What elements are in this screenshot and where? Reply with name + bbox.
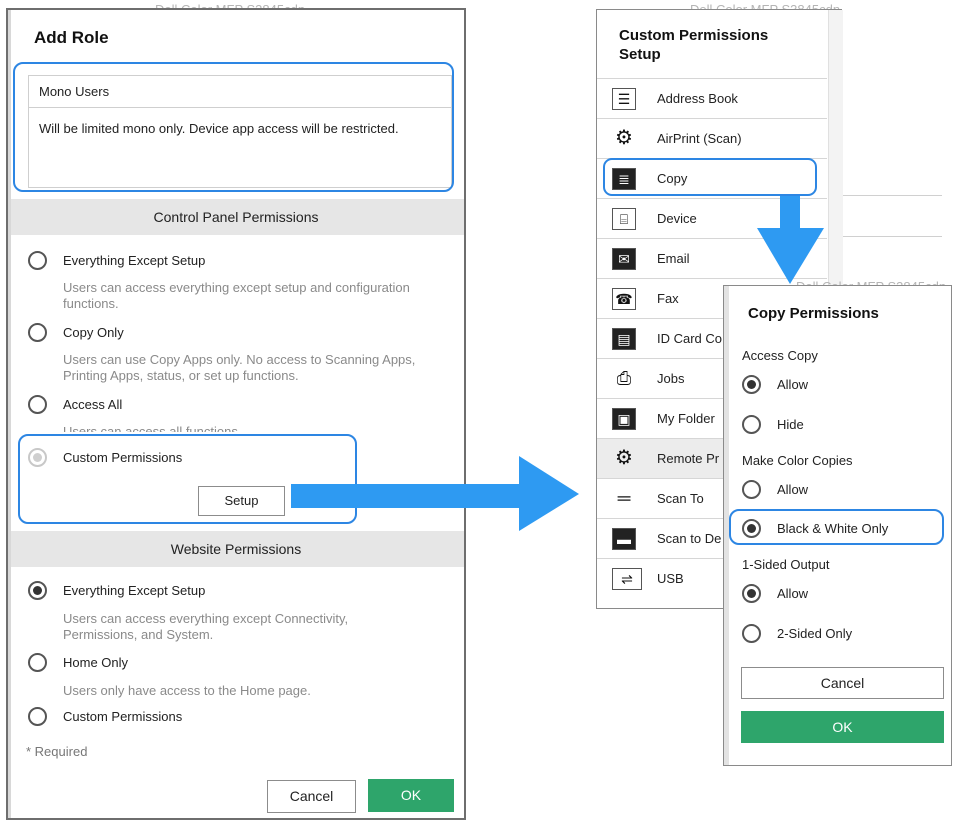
role-description-field[interactable]: Will be limited mono only. Device app ac… xyxy=(28,108,452,188)
option-label: Hide xyxy=(777,417,804,432)
option-label: Custom Permissions xyxy=(63,450,183,465)
flow-arrow-right-icon xyxy=(519,456,579,531)
panel-title-line: Setup xyxy=(619,46,661,63)
ok-button[interactable]: OK xyxy=(741,711,944,743)
radio-button[interactable] xyxy=(742,480,761,499)
control-panel-permissions-header: Control Panel Permissions xyxy=(8,199,464,235)
permission-label: AirPrint (Scan) xyxy=(657,131,742,146)
permission-label: Scan To xyxy=(657,491,704,506)
ok-button[interactable]: OK xyxy=(368,779,454,812)
radio-button[interactable] xyxy=(742,375,761,394)
permission-label: USB xyxy=(657,571,684,586)
radio-button[interactable] xyxy=(742,584,761,603)
permission-label: My Folder xyxy=(657,411,715,426)
computer-icon: ▬ xyxy=(612,528,636,550)
permission-item-address-book[interactable]: ☰ Address Book xyxy=(597,78,827,118)
panel-left-edge xyxy=(724,286,729,765)
group-label-1-sided-output: 1-Sided Output xyxy=(742,557,830,572)
fax-icon: ☎ xyxy=(612,288,636,310)
option-label: Allow xyxy=(777,586,809,601)
add-role-dialog: Add Role Mono Users Will be limited mono… xyxy=(6,8,466,820)
radio-button[interactable] xyxy=(28,395,47,414)
background-divider xyxy=(842,195,942,196)
option-label: Copy Only xyxy=(63,325,124,340)
gear-icon: ⚙ xyxy=(612,128,636,150)
radio-button[interactable] xyxy=(742,624,761,643)
id-card-icon: ▤ xyxy=(612,328,636,350)
usb-icon: ⇌ xyxy=(612,568,642,590)
permission-label: Device xyxy=(657,211,697,226)
option-label: Everything Except Setup xyxy=(63,253,206,268)
permission-label: Jobs xyxy=(657,371,685,386)
radio-button[interactable] xyxy=(28,653,47,672)
scanner-icon: ═ xyxy=(612,488,636,510)
option-label: Custom Permissions xyxy=(63,709,183,724)
jobs-icon: ⎙ xyxy=(612,368,636,390)
option-help: Users only have access to the Home page. xyxy=(63,683,311,698)
radio-button[interactable] xyxy=(28,448,47,467)
permission-label: Fax xyxy=(657,291,679,306)
copy-icon: ≣ xyxy=(612,168,636,190)
option-help: Users can access all functions. xyxy=(63,424,242,432)
cancel-button[interactable]: Cancel xyxy=(267,780,356,813)
dialog-title: Add Role xyxy=(34,28,109,47)
permission-label: Remote Pr xyxy=(657,451,720,466)
option-label: Everything Except Setup xyxy=(63,583,206,598)
option-help: Users can access everything except Conne… xyxy=(63,611,349,642)
flow-arrow-shaft xyxy=(291,484,526,508)
email-icon: ✉ xyxy=(612,248,636,270)
group-label-make-color-copies: Make Color Copies xyxy=(742,453,853,468)
radio-button[interactable] xyxy=(28,707,47,726)
permission-item-copy[interactable]: ≣ Copy xyxy=(597,158,827,198)
address-book-icon: ☰ xyxy=(612,88,636,110)
role-name-field[interactable]: Mono Users xyxy=(28,75,452,108)
option-label: Allow xyxy=(777,377,809,392)
permission-label: Scan to De xyxy=(657,531,722,546)
required-note: * Required xyxy=(26,744,88,759)
permission-item-airprint-scan[interactable]: ⚙ AirPrint (Scan) xyxy=(597,118,827,158)
website-permissions-header: Website Permissions xyxy=(8,531,464,567)
radio-button[interactable] xyxy=(28,251,47,270)
option-help: Users can use Copy Apps only. No access … xyxy=(63,352,416,383)
option-label: Home Only xyxy=(63,655,129,670)
panel-title: Custom Permissions Setup xyxy=(619,26,768,64)
permission-label: ID Card Co xyxy=(657,331,723,346)
permission-label: Email xyxy=(657,251,690,266)
flow-arrow-down-icon xyxy=(757,228,824,284)
folder-icon: ▣ xyxy=(612,408,636,430)
cancel-button[interactable]: Cancel xyxy=(741,667,944,699)
option-label: Allow xyxy=(777,482,809,497)
option-help: Users can access everything except setup… xyxy=(63,280,410,311)
group-label-access-copy: Access Copy xyxy=(742,348,818,363)
background-divider xyxy=(842,236,942,237)
option-label: 2-Sided Only xyxy=(777,626,853,641)
radio-button[interactable] xyxy=(28,323,47,342)
copy-permissions-panel: Copy Permissions Access Copy Allow Hide … xyxy=(723,285,952,766)
permission-label: Copy xyxy=(657,171,688,186)
radio-button[interactable] xyxy=(742,415,761,434)
device-icon: ⌸ xyxy=(612,208,636,230)
option-label: Black & White Only xyxy=(777,521,889,536)
permission-label: Address Book xyxy=(657,91,738,106)
dialog-left-edge xyxy=(8,10,11,818)
option-label: Access All xyxy=(63,397,123,412)
panel-title: Copy Permissions xyxy=(748,305,879,322)
setup-button[interactable]: Setup xyxy=(198,486,285,516)
radio-button[interactable] xyxy=(28,581,47,600)
radio-button[interactable] xyxy=(742,519,761,538)
gear-icon: ⚙ xyxy=(615,447,633,469)
panel-title-line: Custom Permissions xyxy=(619,27,769,44)
